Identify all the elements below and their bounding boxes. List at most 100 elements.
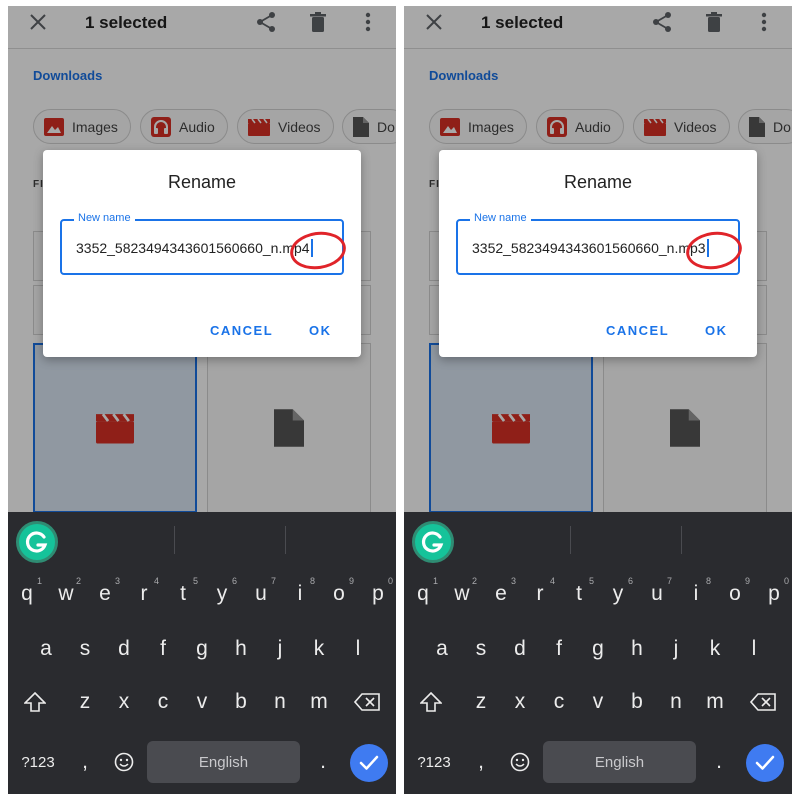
key-number-hint: 2 bbox=[471, 576, 477, 586]
key-label: e bbox=[495, 582, 507, 605]
key-t[interactable]: 5t bbox=[166, 574, 200, 614]
key-q[interactable]: 1q bbox=[10, 574, 44, 614]
ok-button[interactable]: OK bbox=[309, 323, 332, 338]
key-o[interactable]: 9o bbox=[718, 574, 752, 614]
key-x[interactable]: x bbox=[503, 682, 537, 722]
key-label: r bbox=[536, 582, 544, 605]
key-t[interactable]: 5t bbox=[562, 574, 596, 614]
key-l[interactable]: l bbox=[737, 629, 771, 669]
key-number-hint: 8 bbox=[705, 576, 711, 586]
field-label: New name bbox=[470, 212, 531, 224]
key-d[interactable]: d bbox=[107, 629, 141, 669]
key-number-hint: 6 bbox=[627, 576, 633, 586]
key-y[interactable]: 6y bbox=[205, 574, 239, 614]
rename-dialog: Rename New name 3352_5823494343601560660… bbox=[43, 150, 361, 357]
key-label: w bbox=[454, 582, 470, 605]
grammarly-button[interactable] bbox=[16, 521, 58, 563]
key-e[interactable]: 3e bbox=[484, 574, 518, 614]
space-key[interactable]: English bbox=[147, 741, 300, 783]
annotation-circle bbox=[287, 228, 349, 273]
key-l[interactable]: l bbox=[341, 629, 375, 669]
key-f[interactable]: f bbox=[542, 629, 576, 669]
key-s[interactable]: s bbox=[464, 629, 498, 669]
suggestion-divider bbox=[681, 526, 682, 554]
key-u[interactable]: 7u bbox=[640, 574, 674, 614]
key-v[interactable]: v bbox=[581, 682, 615, 722]
key-number-hint: 4 bbox=[153, 576, 159, 586]
done-key[interactable] bbox=[746, 744, 784, 782]
key-p[interactable]: 0p bbox=[361, 574, 395, 614]
key-v[interactable]: v bbox=[185, 682, 219, 722]
key-q[interactable]: 1q bbox=[406, 574, 440, 614]
key-r[interactable]: 4r bbox=[523, 574, 557, 614]
new-name-input[interactable]: 3352_5823494343601560660_n.mp3 bbox=[472, 239, 709, 257]
key-m[interactable]: m bbox=[698, 682, 732, 722]
key-number-hint: 3 bbox=[510, 576, 516, 586]
comma-key[interactable]: , bbox=[72, 744, 98, 780]
key-a[interactable]: a bbox=[29, 629, 63, 669]
key-k[interactable]: k bbox=[698, 629, 732, 669]
backspace-key[interactable] bbox=[350, 682, 384, 722]
key-i[interactable]: 8i bbox=[679, 574, 713, 614]
key-k[interactable]: k bbox=[302, 629, 336, 669]
cancel-button[interactable]: CANCEL bbox=[606, 323, 669, 338]
cancel-button[interactable]: CANCEL bbox=[210, 323, 273, 338]
shift-icon bbox=[420, 692, 442, 712]
new-name-field[interactable]: New name 3352_5823494343601560660_n.mp3 bbox=[456, 212, 745, 275]
key-h[interactable]: h bbox=[620, 629, 654, 669]
period-key[interactable]: . bbox=[706, 744, 732, 780]
space-key[interactable]: English bbox=[543, 741, 696, 783]
key-label: e bbox=[99, 582, 111, 605]
key-z[interactable]: z bbox=[68, 682, 102, 722]
key-y[interactable]: 6y bbox=[601, 574, 635, 614]
emoji-icon bbox=[114, 752, 134, 772]
key-j[interactable]: j bbox=[659, 629, 693, 669]
suggestion-divider bbox=[174, 526, 175, 554]
key-n[interactable]: n bbox=[263, 682, 297, 722]
key-o[interactable]: 9o bbox=[322, 574, 356, 614]
key-w[interactable]: 2w bbox=[445, 574, 479, 614]
emoji-key[interactable] bbox=[111, 748, 137, 776]
key-label: i bbox=[297, 582, 303, 605]
grammarly-button[interactable] bbox=[412, 521, 454, 563]
key-i[interactable]: 8i bbox=[283, 574, 317, 614]
new-name-field[interactable]: New name 3352_5823494343601560660_n.mp4 bbox=[60, 212, 349, 275]
key-h[interactable]: h bbox=[224, 629, 258, 669]
check-icon bbox=[359, 755, 379, 770]
key-label: t bbox=[576, 582, 582, 605]
comma-key[interactable]: , bbox=[468, 744, 494, 780]
key-u[interactable]: 7u bbox=[244, 574, 278, 614]
key-w[interactable]: 2w bbox=[49, 574, 83, 614]
key-label: i bbox=[693, 582, 699, 605]
symbols-key[interactable]: ?123 bbox=[412, 744, 456, 780]
key-a[interactable]: a bbox=[425, 629, 459, 669]
symbols-key[interactable]: ?123 bbox=[16, 744, 60, 780]
key-c[interactable]: c bbox=[542, 682, 576, 722]
suggestion-divider bbox=[285, 526, 286, 554]
key-label: r bbox=[140, 582, 148, 605]
key-b[interactable]: b bbox=[620, 682, 654, 722]
key-m[interactable]: m bbox=[302, 682, 336, 722]
key-e[interactable]: 3e bbox=[88, 574, 122, 614]
key-g[interactable]: g bbox=[185, 629, 219, 669]
key-n[interactable]: n bbox=[659, 682, 693, 722]
done-key[interactable] bbox=[350, 744, 388, 782]
shift-key[interactable] bbox=[18, 682, 52, 722]
key-g[interactable]: g bbox=[581, 629, 615, 669]
key-r[interactable]: 4r bbox=[127, 574, 161, 614]
key-f[interactable]: f bbox=[146, 629, 180, 669]
emoji-key[interactable] bbox=[507, 748, 533, 776]
key-x[interactable]: x bbox=[107, 682, 141, 722]
new-name-input[interactable]: 3352_5823494343601560660_n.mp4 bbox=[76, 239, 313, 257]
backspace-key[interactable] bbox=[746, 682, 780, 722]
key-s[interactable]: s bbox=[68, 629, 102, 669]
key-d[interactable]: d bbox=[503, 629, 537, 669]
key-c[interactable]: c bbox=[146, 682, 180, 722]
ok-button[interactable]: OK bbox=[705, 323, 728, 338]
key-b[interactable]: b bbox=[224, 682, 258, 722]
key-z[interactable]: z bbox=[464, 682, 498, 722]
shift-key[interactable] bbox=[414, 682, 448, 722]
key-p[interactable]: 0p bbox=[757, 574, 791, 614]
key-j[interactable]: j bbox=[263, 629, 297, 669]
period-key[interactable]: . bbox=[310, 744, 336, 780]
